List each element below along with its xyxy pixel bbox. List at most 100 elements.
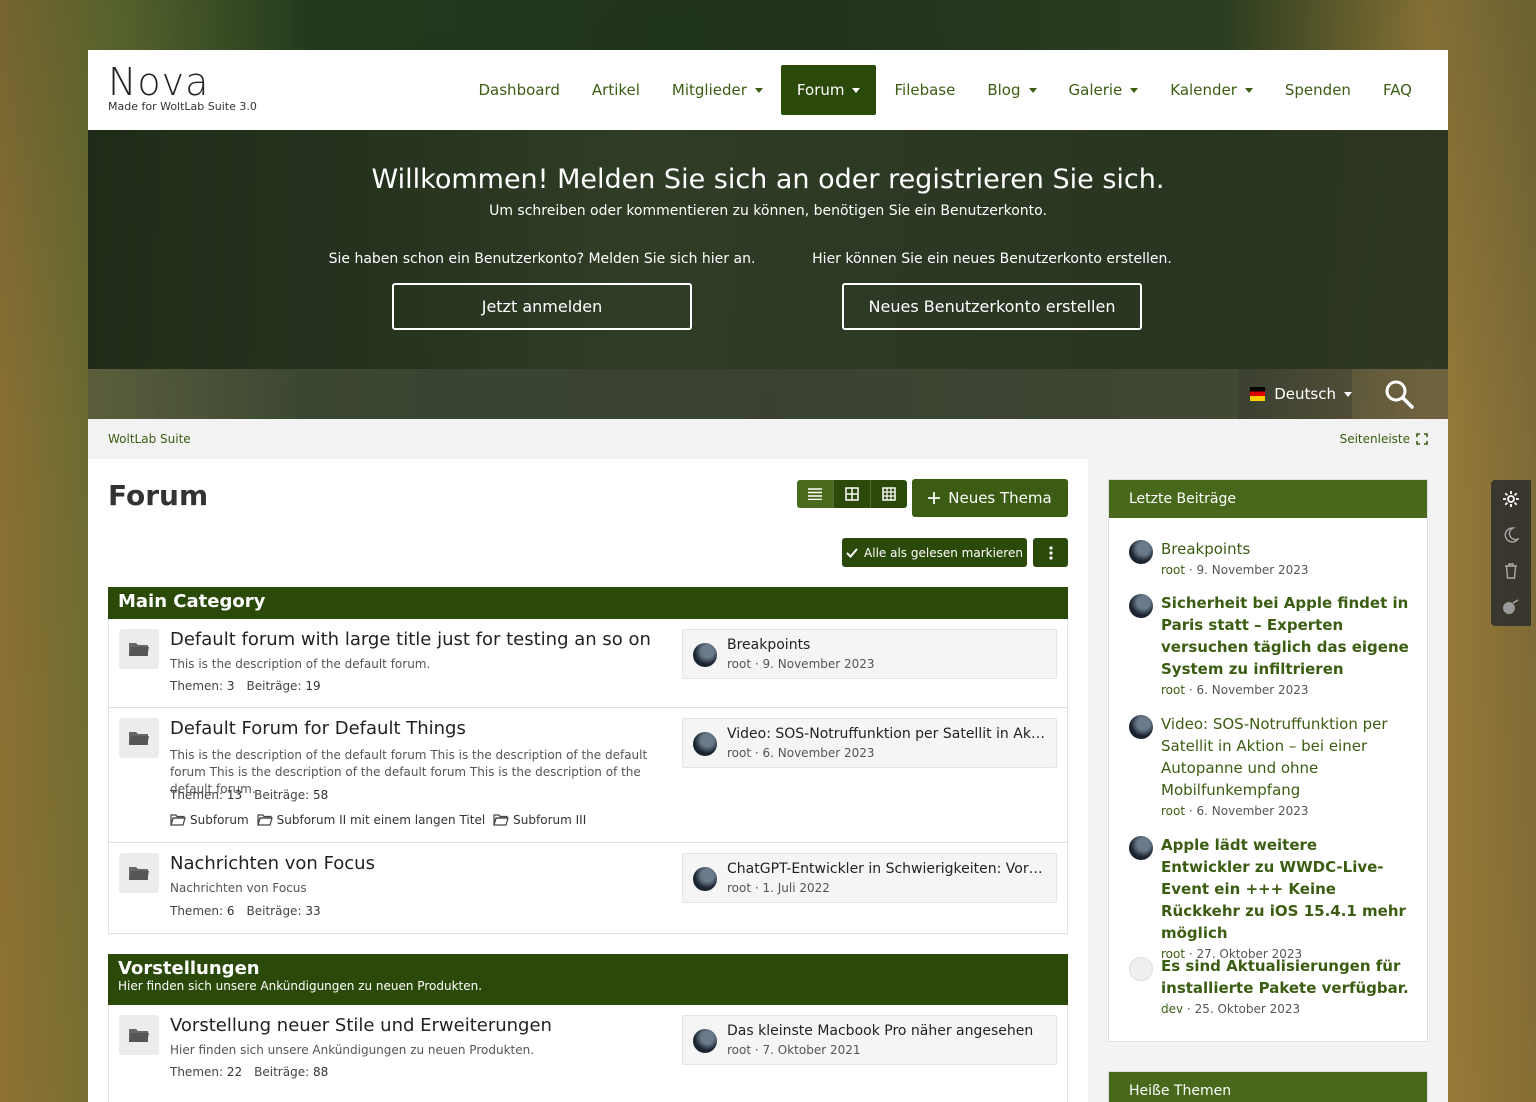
post-author[interactable]: root [1161,804,1185,818]
recent-post-entry: Apple lädt weitere Entwickler zu WWDC-Li… [1129,834,1409,961]
register-button[interactable]: Neues Benutzerkonto erstellen [842,283,1142,330]
topics-count: 6 [226,904,235,918]
language-selector[interactable]: Deutsch [1238,369,1352,419]
expand-icon [1416,433,1428,445]
post-author[interactable]: root [1161,563,1185,577]
board-stats: Themen: 6 Beiträge: 33 [170,904,321,918]
last-post-title: Das kleinste Macbook Pro näher angesehen [727,1023,1034,1039]
site-logo[interactable]: Nova Made for WoltLab Suite 3.0 [108,62,257,113]
list-view-button[interactable] [797,480,834,508]
board-description: This is the description of the default f… [170,657,431,671]
more-vertical-icon [1048,545,1053,560]
folder-open-icon [170,814,186,826]
last-post[interactable]: Breakpoints root · 9. November 2023 [682,629,1057,679]
nav-item-artikel[interactable]: Artikel [576,65,656,115]
dark-mode-button[interactable] [1491,518,1531,552]
settings-button[interactable] [1491,482,1531,516]
board-description: Nachrichten von Focus [170,881,307,895]
board-title[interactable]: Vorstellung neuer Stile und Erweiterunge… [170,1015,552,1036]
moon-icon [1504,527,1519,543]
nav-label: Dashboard [478,81,560,99]
new-topic-button[interactable]: Neues Thema [912,479,1068,517]
recent-post-meta: root · 6. November 2023 [1161,683,1309,697]
topics-count: 13 [226,788,243,802]
german-flag-icon [1250,387,1266,401]
nav-label: Galerie [1068,81,1123,99]
post-author[interactable]: dev [1161,1002,1183,1016]
sidebar-toggle[interactable]: Seitenleiste [1340,432,1428,446]
delete-button[interactable] [1491,554,1531,588]
last-post[interactable]: ChatGPT-Entwickler in Schwierigkeiten: V… [682,853,1057,903]
subforum-link[interactable]: Subforum II mit einem langen Titel [256,813,485,827]
mark-all-read-button[interactable]: Alle als gelesen markieren [842,538,1027,567]
avatar [693,643,717,667]
recent-posts-title: Letzte Beiträge [1109,480,1427,518]
sidebar-toggle-label: Seitenleiste [1339,432,1410,446]
nav-label: Forum [796,81,845,99]
recent-post-meta: root · 9. November 2023 [1161,563,1309,577]
grid-view-button[interactable] [834,480,871,508]
posts-count: 19 [305,679,321,693]
gear-icon [1503,491,1519,507]
board-stats: Themen: 13 Beiträge: 58 [170,788,329,802]
board-description: Hier finden sich unsere Ankündigungen zu… [170,1043,535,1057]
nav-item-galerie[interactable]: Galerie [1053,65,1155,115]
search-button[interactable] [1370,369,1428,419]
table-view-button[interactable] [871,480,907,508]
search-bar: Deutsch [88,369,1448,419]
last-post[interactable]: Das kleinste Macbook Pro näher angesehen… [682,1015,1057,1065]
page-container: Nova Made for WoltLab Suite 3.0 Dashboar… [88,50,1448,1102]
recent-post-title[interactable]: Breakpoints [1161,538,1409,560]
logo-name: Nova [108,60,210,104]
nav-item-forum[interactable]: Forum [780,65,877,115]
recent-post-entry: Breakpoints root · 9. November 2023 [1129,538,1409,577]
nav-item-dashboard[interactable]: Dashboard [463,65,576,115]
board-title[interactable]: Nachrichten von Focus [170,853,375,874]
recent-post-title[interactable]: Video: SOS-Notruffunktion per Satellit i… [1161,713,1409,801]
board-list: Vorstellung neuer Stile und Erweiterunge… [108,1005,1068,1102]
topics-count: 22 [226,1065,243,1079]
posts-label: Beiträge [254,1065,306,1079]
board-row: Default Forum for Default Things This is… [109,708,1067,843]
nav-label: Mitglieder [671,81,747,99]
nav-item-spenden[interactable]: Spenden [1269,65,1367,115]
table-icon [882,487,896,501]
grid-icon [845,487,859,501]
recent-post-entry: Es sind Aktualisierungen für installiert… [1129,955,1409,1016]
posts-label: Beiträge [246,679,298,693]
nav-item-kalender[interactable]: Kalender [1154,65,1269,115]
category-header[interactable]: Vorstellungen Hier finden sich unsere An… [108,954,1068,1005]
checkmark-icon [846,547,858,558]
board-stats: Themen: 22 Beiträge: 88 [170,1065,329,1079]
login-text: Sie haben schon ein Benutzerkonto? Melde… [328,251,756,267]
nav-item-filebase[interactable]: Filebase [878,65,971,115]
last-post-meta: root · 9. November 2023 [727,657,875,671]
recent-post-title[interactable]: Apple lädt weitere Entwickler zu WWDC-Li… [1161,834,1409,944]
subforum-link[interactable]: Subforum [170,813,249,827]
posts-count: 33 [305,904,321,918]
category-header[interactable]: Main Category [108,587,1068,619]
caret-down-icon [1028,87,1037,93]
board-title[interactable]: Default forum with large title just for … [170,629,651,650]
more-options-button[interactable] [1033,538,1068,567]
last-post[interactable]: Video: SOS-Notruffunktion per Satellit i… [682,718,1057,768]
caret-down-icon [754,87,763,93]
recent-post-title[interactable]: Es sind Aktualisierungen für installiert… [1161,955,1409,999]
subforum-label: Subforum III [513,813,587,827]
recent-post-entry: Video: SOS-Notruffunktion per Satellit i… [1129,713,1409,818]
login-column: Sie haben schon ein Benutzerkonto? Melde… [322,251,762,330]
color-button[interactable] [1491,590,1531,624]
avatar [1129,715,1153,739]
board-title[interactable]: Default Forum for Default Things [170,718,466,739]
subforum-link[interactable]: Subforum III [493,813,586,827]
nav-item-faq[interactable]: FAQ [1367,65,1428,115]
login-button[interactable]: Jetzt anmelden [392,283,692,330]
breadcrumb-home[interactable]: WoltLab Suite [108,432,191,446]
nav-item-mitglieder[interactable]: Mitglieder [656,65,779,115]
recent-post-title[interactable]: Sicherheit bei Apple findet in Paris sta… [1161,592,1409,680]
main-content: Forum Neues Thema Alle als gelesen marki… [88,459,1088,1102]
post-author[interactable]: root [1161,683,1185,697]
nav-item-blog[interactable]: Blog [971,65,1052,115]
category-title: Main Category [118,591,266,612]
topics-label: Themen [170,1065,219,1079]
